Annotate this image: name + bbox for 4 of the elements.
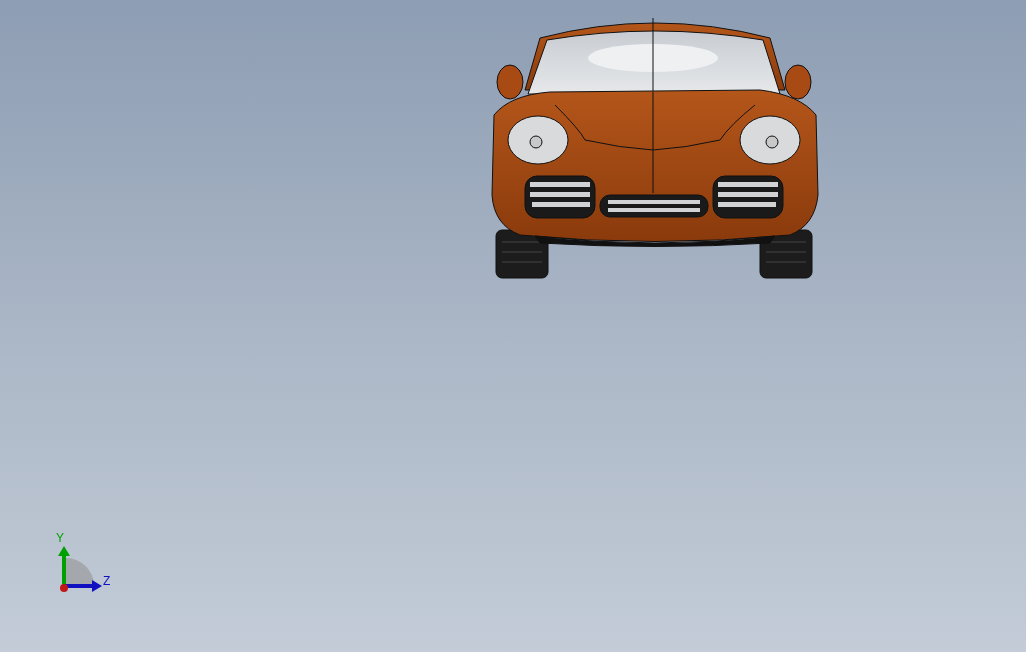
axis-label: Z [103, 575, 111, 587]
axis-label: Y [56, 532, 64, 544]
plane-quadrant-icon [66, 558, 94, 586]
origin-dot-icon [60, 584, 68, 592]
